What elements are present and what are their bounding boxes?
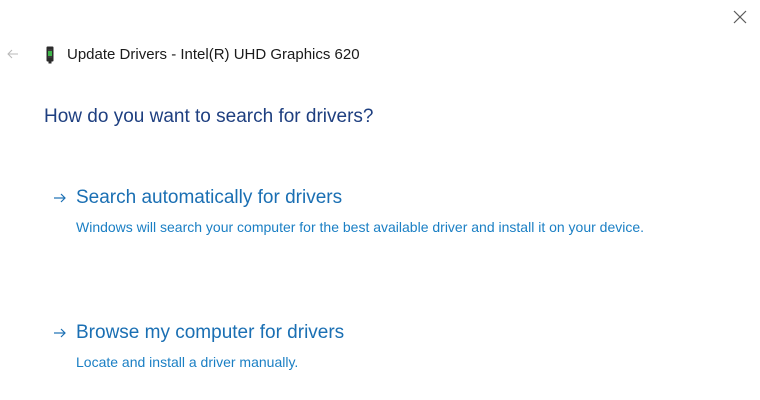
search-automatically-option[interactable]: Search automatically for drivers Windows… [52,187,672,257]
browse-computer-option[interactable]: Browse my computer for drivers Locate an… [52,322,672,372]
page-heading: How do you want to search for drivers? [44,106,374,127]
back-button[interactable] [4,45,22,63]
back-arrow-icon [7,49,18,59]
close-button[interactable] [728,6,752,28]
option-description: Locate and install a driver manually. [76,354,299,370]
option-title[interactable]: Search automatically for drivers [76,187,342,209]
option-description: Windows will search your computer for th… [76,219,645,235]
option-title[interactable]: Browse my computer for drivers [76,322,344,344]
window-title: Update Drivers - Intel(R) UHD Graphics 6… [67,46,360,63]
update-drivers-dialog: Update Drivers - Intel(R) UHD Graphics 6… [0,0,760,400]
right-arrow-icon [54,193,66,203]
right-arrow-icon [54,328,66,338]
close-icon [733,10,747,24]
device-icon [46,46,54,64]
